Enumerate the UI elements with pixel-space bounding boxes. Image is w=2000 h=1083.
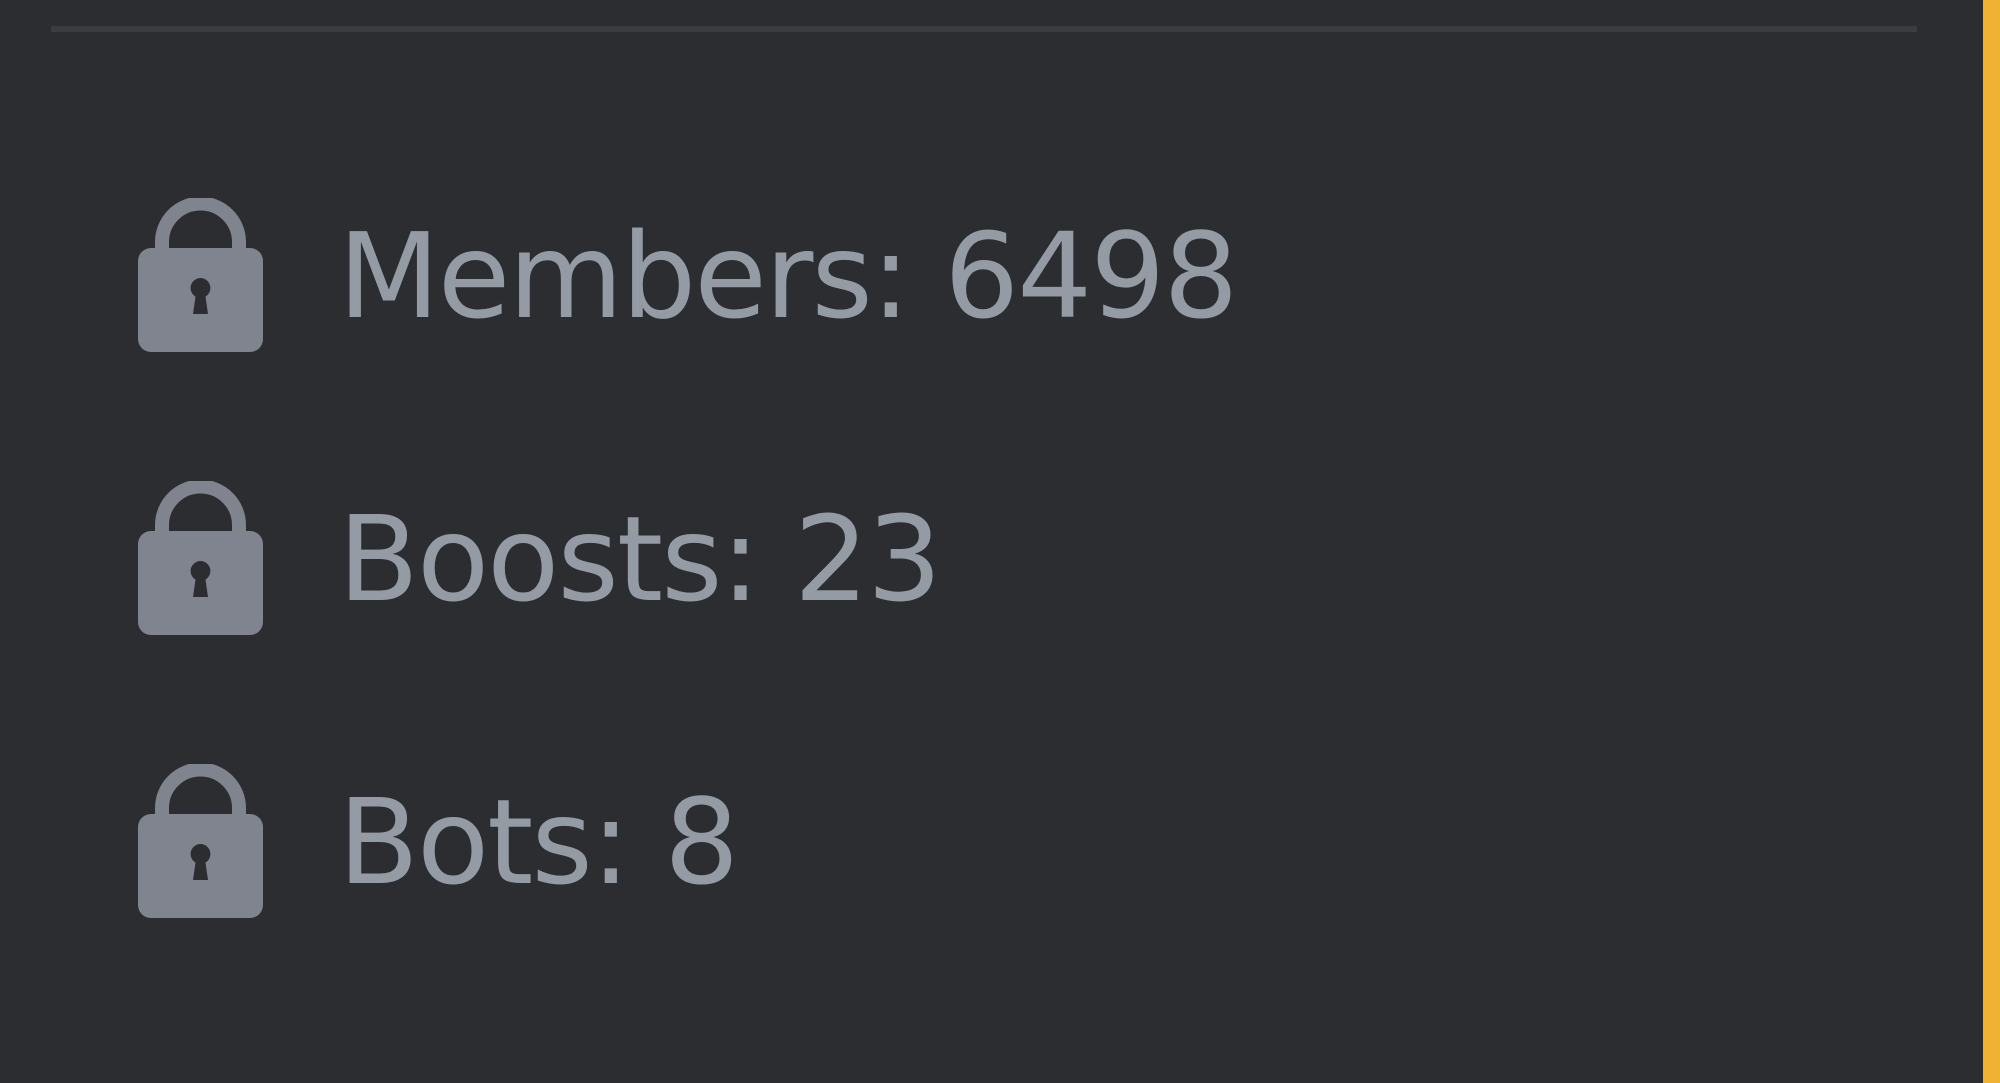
stat-boosts: Boosts: 23 bbox=[137, 481, 942, 637]
stat-members-label: Members: 6498 bbox=[338, 207, 1238, 345]
stat-members: Members: 6498 bbox=[137, 198, 1238, 354]
stat-bots-label: Bots: 8 bbox=[338, 773, 739, 911]
stat-bots: Bots: 8 bbox=[137, 764, 739, 920]
server-stats-list: Members: 6498 Boosts: 23 Bots: 8 bbox=[0, 0, 1900, 1083]
lock-icon bbox=[138, 198, 263, 352]
scrollbar-accent bbox=[1983, 0, 2000, 1083]
lock-icon bbox=[138, 764, 263, 918]
lock-icon bbox=[138, 481, 263, 635]
stat-boosts-label: Boosts: 23 bbox=[338, 490, 942, 628]
